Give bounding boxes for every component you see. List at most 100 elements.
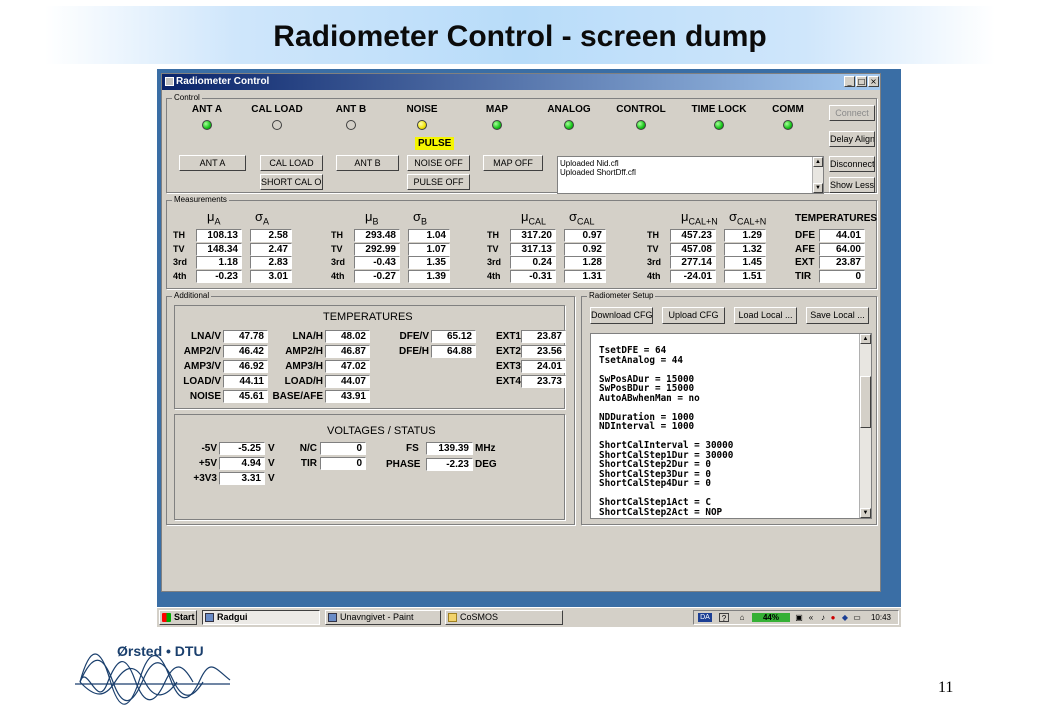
noise-off-button[interactable]: NOISE OFF bbox=[407, 155, 470, 171]
mu-value: -0.27 bbox=[354, 269, 400, 283]
taskbar-button-unavngivet-paint[interactable]: Unavngivet - Paint bbox=[325, 610, 441, 625]
scroll-thumb[interactable] bbox=[860, 376, 871, 428]
map-off-button[interactable]: MAP OFF bbox=[483, 155, 543, 171]
scroll-up-icon[interactable]: ▲ bbox=[813, 157, 823, 167]
clock[interactable]: 10:43 bbox=[866, 613, 896, 622]
row-label: TV bbox=[487, 243, 499, 254]
config-scrollbar[interactable]: ▲ ▼ bbox=[859, 334, 871, 518]
add-temp-value: 23.73 bbox=[521, 375, 566, 388]
app-window-icon bbox=[328, 613, 337, 622]
ant-b-button[interactable]: ANT B bbox=[336, 155, 399, 171]
sigma-b-heading: σB bbox=[413, 209, 427, 227]
mu-value: 148.34 bbox=[196, 242, 242, 256]
config-line: NDInterval = 1000 bbox=[599, 421, 695, 432]
sigma-symbol: σ bbox=[569, 209, 578, 224]
mu-a-heading: μA bbox=[207, 209, 221, 227]
mu-value: 108.13 bbox=[196, 229, 242, 242]
row-label: TH bbox=[487, 230, 499, 240]
battery-indicator[interactable]: 44% bbox=[752, 613, 790, 622]
add-temp-value: 47.02 bbox=[325, 360, 370, 373]
add-temp-value: 43.91 bbox=[325, 390, 370, 403]
add-temp-value: 46.92 bbox=[223, 360, 268, 373]
add-temp-label: BASE/AFE bbox=[272, 391, 323, 402]
config-line: AutoABwhenMan = no bbox=[599, 392, 700, 404]
minimize-icon[interactable]: _ bbox=[844, 76, 855, 87]
add-temp-value: 23.56 bbox=[521, 345, 566, 358]
sigma-value: 2.58 bbox=[250, 229, 292, 242]
mu-subscript: CAL+N bbox=[688, 216, 718, 227]
config-text-area[interactable]: TsetDFE = 64 TsetAnalog = 44 SwPosADur = 1… bbox=[590, 333, 872, 519]
scroll-down-icon[interactable]: ▼ bbox=[860, 508, 871, 518]
download-cfg-button[interactable]: Download CFG bbox=[590, 307, 653, 324]
row-label: 4th bbox=[173, 270, 187, 281]
speaker-icon[interactable]: ♪ bbox=[818, 613, 828, 622]
row-label: TV bbox=[173, 243, 185, 254]
scroll-up-icon[interactable]: ▲ bbox=[860, 334, 871, 344]
add-temp-label: NOISE bbox=[189, 391, 221, 402]
row-label: 4th bbox=[647, 270, 661, 281]
led-map-icon bbox=[492, 120, 502, 130]
add-temp-label: LNA/H bbox=[292, 331, 323, 342]
mu-value: -0.23 bbox=[196, 269, 242, 283]
sigma-value: 2.47 bbox=[250, 242, 292, 256]
taskbar-button-cosmos[interactable]: CoSMOS bbox=[445, 610, 563, 625]
taskbar-button-radgui[interactable]: Radgui bbox=[202, 610, 320, 625]
config-text: TsetDFE = 64 TsetAnalog = 44 SwPosADur = 1… bbox=[599, 346, 733, 517]
language-indicator[interactable]: DA bbox=[698, 613, 712, 622]
row-label: 3rd bbox=[331, 257, 346, 267]
temp-label-tir: TIR bbox=[795, 270, 812, 282]
led-control-icon bbox=[636, 120, 646, 130]
log-scrollbar[interactable]: ▲ ▼ bbox=[812, 157, 823, 193]
temp-label-afe: AFE bbox=[795, 243, 815, 255]
help-icon[interactable]: ? bbox=[719, 613, 729, 623]
mu-subscript: A bbox=[214, 216, 221, 227]
add-temp-label: AMP3/H bbox=[285, 361, 323, 372]
pulse-off-button[interactable]: PULSE OFF bbox=[407, 174, 470, 190]
status-log[interactable]: Uploaded Nid.cfl Uploaded ShortDff.cfl ▲… bbox=[557, 156, 824, 194]
status-value: 0 bbox=[320, 442, 366, 455]
upload-cfg-button[interactable]: Upload CFG bbox=[662, 307, 725, 324]
scroll-down-icon[interactable]: ▼ bbox=[813, 183, 823, 193]
led-time-lock-icon bbox=[714, 120, 724, 130]
show-less-button[interactable]: Show Less bbox=[829, 177, 875, 193]
temp-label-ext: EXT bbox=[795, 257, 815, 268]
mouse-icon[interactable]: ⌂ bbox=[737, 613, 747, 622]
load-local-button[interactable]: Load Local ... bbox=[734, 307, 797, 324]
mu-value: 293.48 bbox=[354, 229, 400, 242]
radiometer-setup-group-label: Radiometer Setup bbox=[587, 291, 656, 300]
radiometer-control-window: Radiometer Control _ □ × Control ANT A CA… bbox=[161, 73, 881, 592]
ant-a-button[interactable]: ANT A bbox=[179, 155, 246, 171]
network-icon[interactable]: ▣ bbox=[794, 613, 804, 622]
add-temp-value: 46.42 bbox=[223, 345, 268, 358]
voltage-unit: V bbox=[268, 443, 275, 454]
cal-load-button[interactable]: CAL LOAD bbox=[260, 155, 323, 171]
additional-group-label: Additional bbox=[172, 291, 212, 300]
window-titlebar[interactable]: Radiometer Control _ □ × bbox=[162, 74, 880, 90]
antivirus-icon[interactable]: ● bbox=[828, 613, 838, 622]
mu-calnn-heading: μCAL+N bbox=[681, 209, 718, 227]
chevron-left-icon[interactable]: « bbox=[806, 613, 816, 622]
start-button[interactable]: Start bbox=[159, 610, 197, 625]
phase-value: -2.23 bbox=[426, 458, 473, 471]
control-group-label: Control bbox=[172, 93, 202, 102]
short-cal-off-button[interactable]: SHORT CAL OFF bbox=[260, 174, 323, 190]
maximize-icon[interactable]: □ bbox=[856, 76, 867, 87]
sigma-value: 1.35 bbox=[408, 256, 450, 269]
disconnect-button[interactable]: Disconnect bbox=[829, 156, 875, 172]
mu-symbol: μ bbox=[681, 209, 689, 224]
indicator-label-comm: COMM bbox=[772, 104, 804, 115]
indicator-label-control: CONTROL bbox=[616, 104, 666, 115]
phase-unit: DEG bbox=[475, 459, 497, 470]
close-icon[interactable]: × bbox=[868, 76, 879, 87]
window-title: Radiometer Control bbox=[176, 76, 270, 87]
save-local-button[interactable]: Save Local ... bbox=[806, 307, 869, 324]
mu-symbol: μ bbox=[207, 209, 215, 224]
delay-align-button[interactable]: Delay Align bbox=[829, 131, 875, 147]
taskbar-button-label: Unavngivet - Paint bbox=[340, 612, 414, 622]
shield-icon[interactable]: ◆ bbox=[840, 613, 850, 622]
connect-button[interactable]: Connect bbox=[829, 105, 875, 121]
led-cal-load-icon bbox=[272, 120, 282, 130]
measurements-group-label: Measurements bbox=[172, 195, 229, 204]
add-temp-value: 23.87 bbox=[521, 330, 566, 343]
display-icon[interactable]: ▭ bbox=[852, 613, 862, 622]
